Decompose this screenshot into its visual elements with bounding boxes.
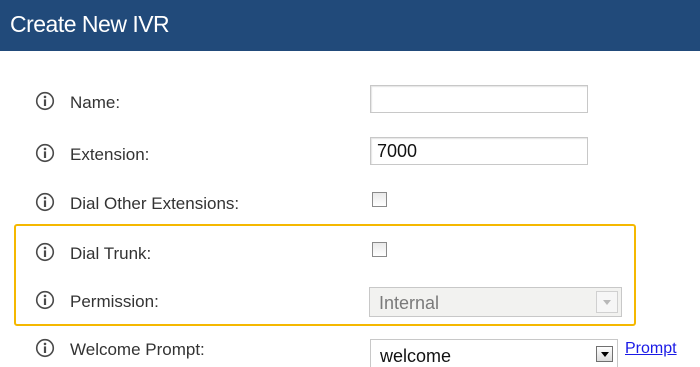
extension-row: Extension: <box>0 137 700 171</box>
dial-trunk-row: Dial Trunk: <box>0 236 700 270</box>
welcome-prompt-select-value: welcome <box>380 346 452 366</box>
permission-label: Permission: <box>70 292 159 311</box>
dial-other-extensions-checkbox[interactable] <box>372 192 387 207</box>
name-label: Name: <box>70 93 121 112</box>
page: Create New IVR Name: Extension: 7000 Dia… <box>0 0 700 367</box>
prompt-link[interactable]: Prompt <box>625 340 677 358</box>
page-title: Create New IVR <box>10 11 170 37</box>
permission-select: Internal <box>369 287 622 317</box>
info-icon[interactable] <box>35 338 55 358</box>
extension-label: Extension: <box>70 145 150 164</box>
extension-field[interactable] <box>370 137 588 165</box>
name-row: Name: <box>0 85 700 119</box>
info-icon[interactable] <box>35 290 55 310</box>
dial-trunk-label: Dial Trunk: <box>70 244 152 263</box>
info-icon[interactable] <box>35 192 55 212</box>
info-icon[interactable] <box>35 242 55 262</box>
chevron-down-icon <box>596 291 618 313</box>
dial-other-extensions-row: Dial Other Extensions: <box>0 186 700 220</box>
welcome-prompt-label: Welcome Prompt: <box>70 340 205 359</box>
header-bar: Create New IVR <box>0 0 700 51</box>
permission-row: Permission: Internal <box>0 286 700 320</box>
info-icon[interactable] <box>35 91 55 111</box>
permission-select-value: Internal <box>379 293 440 313</box>
dial-other-extensions-label: Dial Other Extensions: <box>70 194 240 213</box>
welcome-prompt-row: Welcome Prompt: welcome Prompt <box>0 334 700 367</box>
welcome-prompt-select[interactable]: welcome <box>370 339 618 367</box>
name-field[interactable] <box>370 85 588 113</box>
dial-trunk-checkbox[interactable] <box>372 242 387 257</box>
info-icon[interactable] <box>35 143 55 163</box>
chevron-down-icon[interactable] <box>596 346 613 362</box>
